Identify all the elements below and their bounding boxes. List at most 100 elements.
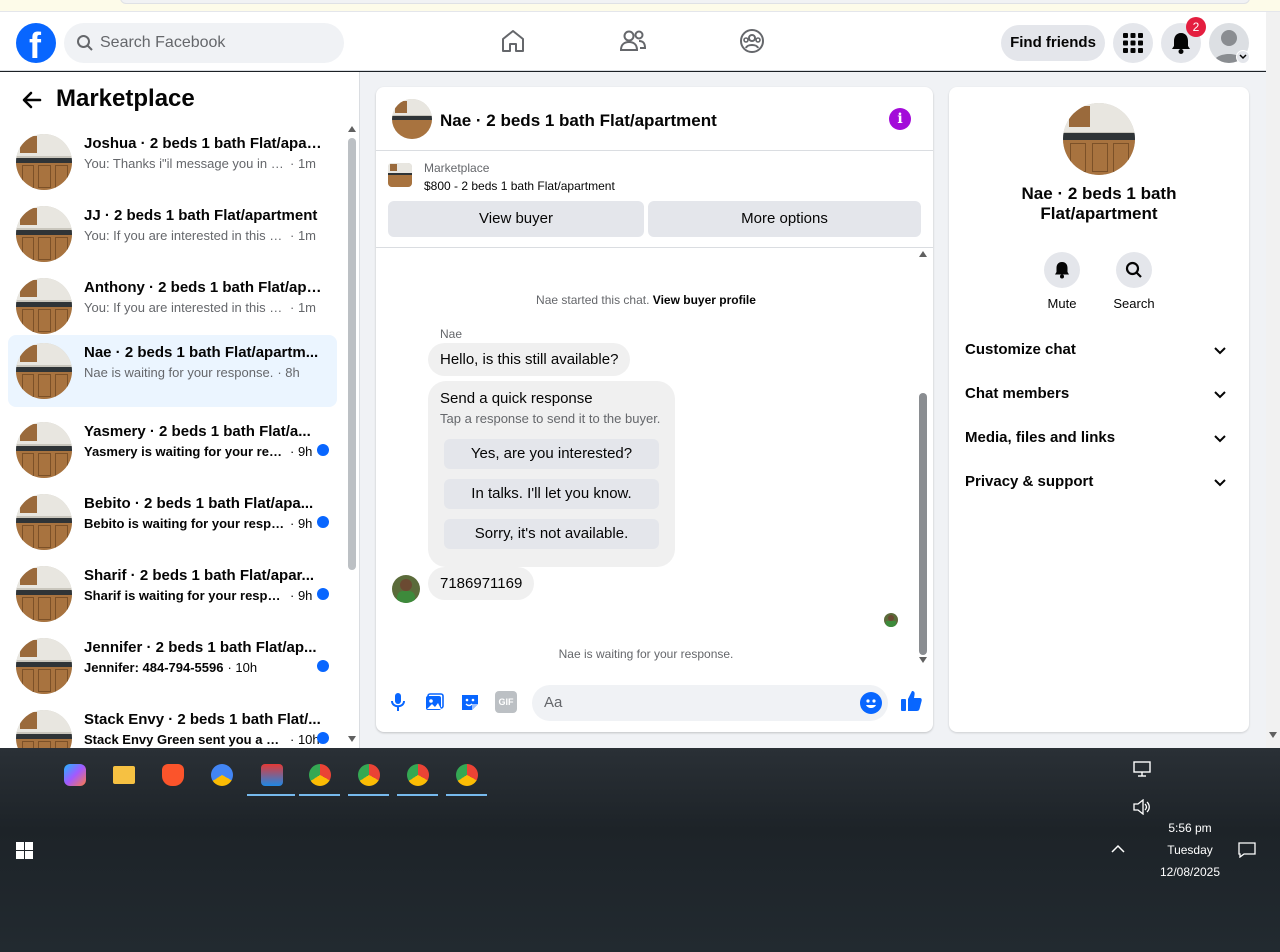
address-bar[interactable] <box>120 0 1250 4</box>
page-scrollbar[interactable] <box>1266 12 1280 748</box>
like-icon[interactable] <box>899 689 923 713</box>
scrollbar-thumb[interactable] <box>919 393 927 655</box>
copilot-app[interactable] <box>54 756 94 796</box>
conversation-item[interactable]: Yasmery · 2 beds 1 bath Flat/a... Yasmery… <box>8 414 337 486</box>
friends-icon[interactable] <box>618 26 648 56</box>
brave-app[interactable] <box>152 756 192 796</box>
quick-reply-sorry-button[interactable]: Sorry, it's not available. <box>444 519 659 549</box>
mute-button[interactable]: Mute <box>1032 252 1092 311</box>
find-friends-button[interactable]: Find friends <box>1001 25 1105 61</box>
chevron-up-icon[interactable] <box>1111 844 1125 854</box>
preview-text: You: If you are interested in this pl... <box>84 300 286 315</box>
clock-date[interactable]: 12/08/2025 <box>1150 865 1230 879</box>
message-bubble[interactable]: Hello, is this still available? <box>428 343 631 376</box>
facebook-logo[interactable]: f <box>16 23 56 66</box>
chat-members-section[interactable]: Chat members <box>965 385 1235 409</box>
folder-icon <box>113 766 135 784</box>
privacy-support-section[interactable]: Privacy & support <box>965 473 1235 497</box>
conversation-preview: Stack Envy Green sent you a m... · 10h <box>84 732 324 747</box>
search-input[interactable]: Search Facebook <box>64 23 344 63</box>
page-title: Marketplace <box>56 85 195 112</box>
conversation-title: Jennifer · 2 beds 1 bath Flat/ap... <box>84 639 317 656</box>
search-icon <box>1125 261 1142 278</box>
clock-day[interactable]: Tuesday <box>1150 843 1230 857</box>
menu-button[interactable] <box>1113 23 1153 63</box>
view-buyer-profile-link[interactable]: View buyer profile <box>653 293 756 307</box>
chat-title[interactable]: Nae · 2 beds 1 bath Flat/apartment <box>440 111 717 131</box>
conversation-item[interactable]: Jennifer · 2 beds 1 bath Flat/ap... Jenni… <box>8 630 337 702</box>
emoji-icon[interactable] <box>860 692 882 714</box>
listing-thumbnail <box>16 638 72 694</box>
chat-started-notice: Nae started this chat. View buyer profil… <box>376 293 916 307</box>
windows-start-icon[interactable] <box>16 842 33 859</box>
conversation-item[interactable]: JJ · 2 beds 1 bath Flat/apartment You: If… <box>8 198 337 270</box>
preview-time: · 9h <box>290 516 313 531</box>
chrome-profile-4[interactable] <box>446 756 487 796</box>
conversation-title: Sharif · 2 beds 1 bath Flat/apar... <box>84 567 315 584</box>
grid-menu-icon <box>1123 33 1143 53</box>
chat-avatar[interactable] <box>392 99 432 139</box>
browser-address-strip <box>0 0 1280 12</box>
view-buyer-button[interactable]: View buyer <box>388 201 644 237</box>
listing-avatar-large[interactable] <box>1063 103 1135 175</box>
chevron-down-icon <box>1214 391 1226 399</box>
home-icon[interactable] <box>498 26 528 56</box>
listing-thumbnail <box>16 494 72 550</box>
search-placeholder: Search Facebook <box>100 34 226 51</box>
quick-reply-talks-button[interactable]: In talks. I'll let you know. <box>444 479 659 509</box>
windows-taskbar: 5:56 pm Tuesday 12/08/2025 <box>0 748 1280 952</box>
network-icon[interactable] <box>1133 761 1151 777</box>
chrome-canary-app[interactable] <box>201 756 241 796</box>
conversation-item[interactable]: Anthony · 2 beds 1 bath Flat/apa... You: … <box>8 270 337 342</box>
quick-reply-yes-button[interactable]: Yes, are you interested? <box>444 439 659 469</box>
conversation-item[interactable]: Sharif · 2 beds 1 bath Flat/apar... Shari… <box>8 558 337 630</box>
microphone-icon[interactable] <box>387 691 409 713</box>
media-files-section[interactable]: Media, files and links <box>965 429 1235 453</box>
conversation-item[interactable]: Nae · 2 beds 1 bath Flat/apartm... Nae is… <box>8 335 337 407</box>
section-label: Chat members <box>965 385 1070 402</box>
clock-time[interactable]: 5:56 pm <box>1150 821 1230 835</box>
sender-avatar[interactable] <box>392 575 420 603</box>
info-icon[interactable]: i <box>889 108 911 130</box>
groups-icon[interactable] <box>737 26 767 56</box>
chrome-profile-1[interactable] <box>299 756 340 796</box>
main-area: Marketplace Joshua · 2 beds 1 bath Flat/… <box>0 72 1266 748</box>
gif-icon[interactable]: GIF <box>495 691 517 713</box>
conversation-item[interactable]: Joshua · 2 beds 1 bath Flat/apart... You:… <box>8 126 337 198</box>
sticker-icon[interactable] <box>459 691 481 713</box>
account-chevron-icon[interactable] <box>1236 50 1250 64</box>
search-conversation-button[interactable]: Search <box>1104 252 1164 311</box>
chat-info-panel: Nae · 2 beds 1 bath Flat/apartment Mute … <box>949 87 1249 732</box>
listing-description[interactable]: $800 - 2 beds 1 bath Flat/apartment <box>424 179 615 193</box>
conversation-item[interactable]: Stack Envy · 2 beds 1 bath Flat/... Stack… <box>8 702 337 748</box>
listing-source: Marketplace <box>424 161 490 175</box>
customize-chat-section[interactable]: Customize chat <box>965 341 1235 365</box>
chrome-profile-3[interactable] <box>397 756 438 796</box>
section-label: Media, files and links <box>965 429 1116 446</box>
file-explorer-app[interactable] <box>103 756 143 796</box>
unread-dot <box>317 444 329 456</box>
preview-time: · 9h <box>290 444 313 459</box>
notification-badge: 2 <box>1186 17 1206 37</box>
top-navigation: f Search Facebook Find friends 2 <box>0 12 1266 71</box>
more-options-button[interactable]: More options <box>648 201 921 237</box>
info-panel-title: Nae · 2 beds 1 bath Flat/apartment <box>1021 184 1177 223</box>
listing-thumbnail[interactable] <box>388 163 412 187</box>
conversation-preview: You: Thanks i"il message you in a ... · 1… <box>84 156 324 171</box>
tool-app[interactable] <box>247 756 295 796</box>
chrome-profile-2[interactable] <box>348 756 389 796</box>
photo-icon[interactable] <box>423 691 445 713</box>
volume-icon[interactable] <box>1133 799 1151 815</box>
message-input[interactable]: Aa <box>532 685 888 721</box>
thread-scrollbar[interactable] <box>916 249 930 667</box>
chevron-down-icon <box>1214 479 1226 487</box>
preview-time: · 8h <box>277 365 300 380</box>
back-arrow-icon[interactable] <box>20 88 44 112</box>
conversation-item[interactable]: Bebito · 2 beds 1 bath Flat/apa... Bebito… <box>8 486 337 558</box>
scrollbar-thumb[interactable] <box>348 138 356 570</box>
message-bubble[interactable]: 7186971169 <box>428 567 535 600</box>
chevron-down-icon <box>1214 347 1226 355</box>
sidebar-scrollbar[interactable] <box>346 126 358 746</box>
started-text: Nae started this chat. <box>536 293 650 307</box>
notification-center-icon[interactable] <box>1238 842 1256 858</box>
